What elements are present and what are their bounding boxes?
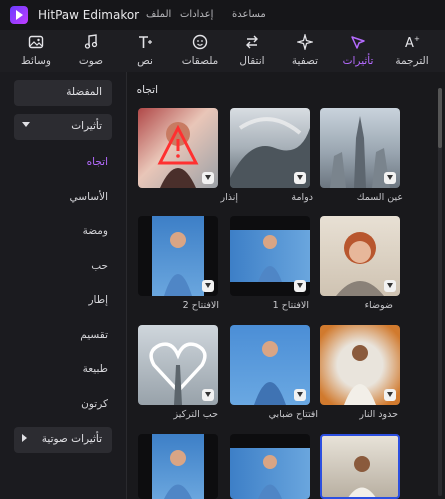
sidebar-item-cartoon[interactable]: كرتون [81,398,108,410]
sidebar-item-love[interactable]: حب [91,260,108,272]
effect-thumb-fisheye[interactable] [320,108,400,188]
tool-media[interactable]: وسائط [10,30,62,72]
thumb-caption: حدود النار [359,409,398,420]
sidebar-effects-group-label: تأثيرات [71,120,102,132]
tool-audio[interactable]: صوت [65,30,117,72]
effect-thumb-row4-2[interactable] [230,434,310,499]
grid-scrollbar[interactable] [438,88,442,496]
download-icon[interactable] [202,389,214,401]
row4-1-preview-icon [348,456,376,497]
effect-thumb-row4-3[interactable] [138,434,218,499]
app-title: HitPaw Edimakor [38,8,140,22]
tool-filter[interactable]: تصفية [279,30,331,72]
sidebar-item-nature[interactable]: طبيعة [83,363,108,375]
row4-3-figure-icon [164,450,192,499]
thumb-caption: دوامة [291,192,313,203]
category-sidebar: المفضلة تأثيرات اتجاه الأساسي ومضة حب إط… [0,72,127,499]
sidebar-favorites-label: المفضلة [66,86,102,98]
download-icon[interactable] [384,280,396,292]
chevron-right-icon [22,434,27,442]
sidebar-audio-effects-group[interactable]: تأثيرات صوتية [14,427,112,453]
sidebar-item-frame[interactable]: إطار [88,294,108,306]
thumb-caption: حب التركيز [173,409,219,420]
effects-icon [351,36,365,49]
menu-help[interactable]: مساعدة [232,9,266,20]
main-toolbar: A + الترجمة تأثيرات تصفية انتقال ملصقات ن… [0,30,445,73]
effect-thumb-opening-2[interactable] [138,216,218,296]
tool-text[interactable]: نص [119,30,171,72]
tool-effects-label: تأثيرات [342,55,374,67]
tool-translate-label: الترجمة [395,55,429,67]
svg-text:+: + [414,35,420,43]
effects-grid-panel: اتجاه عين السمك دوامة إنذار ضوضاء الافتت… [127,72,445,499]
section-title: اتجاه [136,84,158,96]
sticker-icon [192,34,208,50]
tool-sticker[interactable]: ملصقات [174,30,226,72]
chevron-down-icon [22,122,30,127]
tool-audio-label: صوت [78,55,104,67]
thumb-caption: الافتتاح 2 [182,300,219,311]
translate-icon: A + [405,35,420,50]
transition-icon [246,35,258,49]
sidebar-item-direction[interactable]: اتجاه [87,156,108,168]
effect-thumb-row4-1[interactable] [320,434,400,499]
download-icon[interactable] [294,280,306,292]
tool-transition[interactable]: انتقال [226,30,278,72]
music-icon [84,34,98,49]
thumb-caption: عين السمك [356,192,403,203]
tool-text-label: نص [137,55,153,67]
tool-sticker-label: ملصقات [181,55,219,67]
effect-thumb-blur-opening[interactable] [230,325,310,405]
filter-icon [297,34,313,50]
app-logo-icon [10,6,28,24]
menu-file[interactable]: الملف [146,9,171,20]
menu-settings[interactable]: إعدادات [180,9,213,20]
download-icon[interactable] [294,389,306,401]
effect-thumb-opening-1[interactable] [230,216,310,296]
thumb-caption: إنذار [220,192,239,203]
tool-translate[interactable]: A + الترجمة [386,30,438,72]
sidebar-item-split[interactable]: تقسيم [80,329,108,341]
effect-thumb-alarm[interactable] [138,108,218,188]
thumb-caption: ضوضاء [364,300,393,311]
effect-thumb-fire-border[interactable] [320,325,400,405]
download-icon[interactable] [202,172,214,184]
tool-effects[interactable]: تأثيرات [332,30,384,72]
sidebar-audio-effects-label: تأثيرات صوتية [41,433,102,445]
effect-thumb-noise[interactable] [320,216,400,296]
svg-text:A: A [405,36,414,50]
media-icon [28,35,44,49]
sidebar-favorites[interactable]: المفضلة [14,80,112,106]
tool-media-label: وسائط [21,55,51,67]
download-icon[interactable] [384,172,396,184]
effect-thumb-love-focus[interactable] [138,325,218,405]
download-icon[interactable] [294,172,306,184]
thumb-caption: افتتاح ضبابي [268,409,318,420]
sidebar-effects-group[interactable]: تأثيرات [14,114,112,140]
scrollbar-thumb[interactable] [438,88,442,148]
text-icon [139,36,152,48]
tool-transition-label: انتقال [239,55,265,67]
effect-thumb-swirl[interactable] [230,108,310,188]
thumb-caption: الافتتاح 1 [272,300,309,311]
sidebar-item-flash[interactable]: ومضة [83,225,108,237]
sidebar-item-basic[interactable]: الأساسي [70,191,108,203]
download-icon[interactable] [384,389,396,401]
row4-2-figure-icon [258,455,282,499]
download-icon[interactable] [202,280,214,292]
title-bar: HitPaw Edimakor الملف إعدادات مساعدة [0,0,445,30]
tool-filter-label: تصفية [291,55,319,67]
